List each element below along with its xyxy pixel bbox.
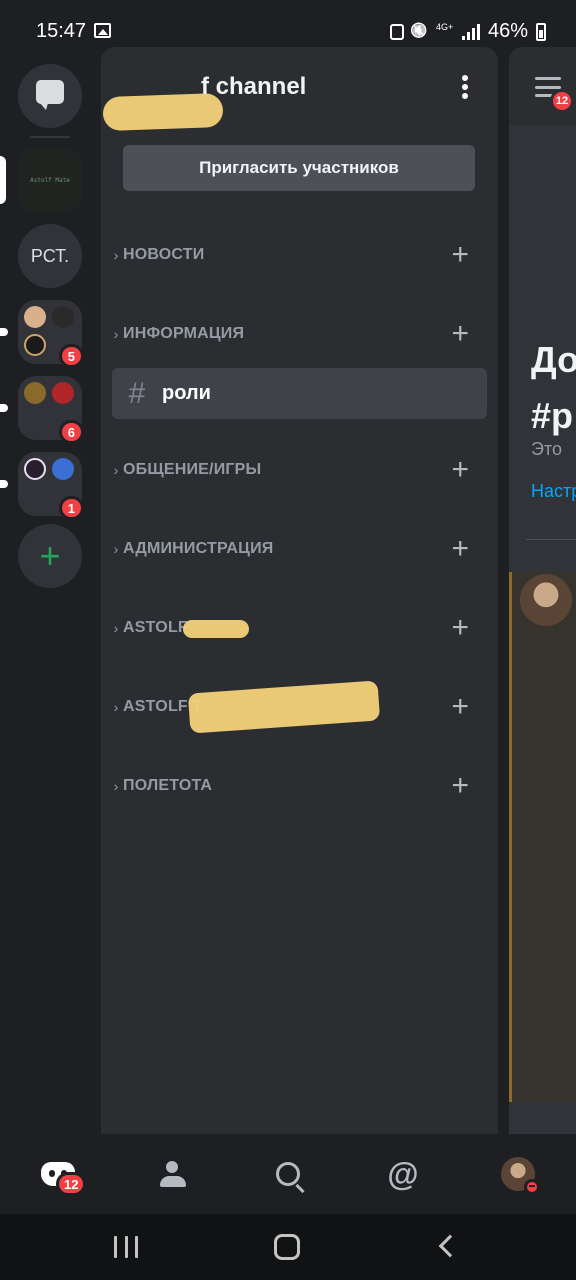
server-avatar: [52, 382, 74, 404]
unread-indicator: [0, 480, 8, 488]
server-title-text: f channel: [201, 73, 307, 100]
do-not-disturb-icon: [524, 1179, 540, 1195]
category-administration[interactable]: › АДМИНИСТРАЦИЯ +: [109, 533, 489, 565]
add-channel-icon[interactable]: +: [451, 534, 469, 564]
invite-members-button[interactable]: Пригласить участников: [123, 145, 475, 191]
back-button[interactable]: [438, 1234, 462, 1258]
home-button[interactable]: [274, 1234, 300, 1260]
add-channel-icon[interactable]: +: [451, 240, 469, 270]
lock-icon: [389, 23, 404, 40]
add-channel-icon[interactable]: +: [451, 319, 469, 349]
server-folder-1[interactable]: 5: [18, 300, 84, 368]
server-avatar: [24, 458, 46, 480]
signal-icon: [461, 23, 480, 40]
mention-badge: 1: [58, 496, 84, 520]
direct-messages-button[interactable]: [18, 64, 82, 128]
tab-mentions[interactable]: @: [383, 1156, 423, 1192]
category-chat-games[interactable]: › ОБЩЕНИЕ/ИГРЫ +: [109, 454, 489, 486]
channel-settings-link[interactable]: Настр: [531, 481, 576, 502]
server-avatar: [24, 334, 46, 356]
category-poletota[interactable]: › ПОЛЕТОТА +: [109, 770, 489, 802]
friends-icon: [160, 1161, 188, 1187]
gallery-notification-icon: [94, 23, 111, 38]
category-astolf-1[interactable]: › ASTOLF +: [109, 612, 489, 644]
tab-search[interactable]: [268, 1156, 308, 1192]
server-avatar: [24, 306, 46, 328]
system-navigation-bar: [0, 1214, 576, 1280]
server-folder-3[interactable]: 1: [18, 452, 84, 520]
welcome-subtitle: Это: [531, 439, 562, 459]
redaction-scribble: [187, 680, 381, 734]
avatar: [501, 1157, 540, 1195]
unread-indicator: [0, 404, 8, 412]
category-label: АДМИНИСТРАЦИЯ: [123, 540, 274, 557]
battery-percent: 46%: [487, 20, 528, 42]
chevron-right-icon: ›: [113, 541, 119, 557]
bottom-tab-bar: 12 @: [0, 1134, 576, 1214]
server-avatar: [24, 382, 46, 404]
category-label: ПОЛЕТОТА: [123, 777, 213, 794]
at-sign-icon: @: [387, 1155, 419, 1192]
chevron-right-icon: ›: [113, 620, 119, 636]
divider: [526, 539, 576, 540]
recent-apps-button[interactable]: [114, 1236, 138, 1258]
unread-indicator: [0, 328, 8, 336]
home-badge: 12: [56, 1172, 87, 1196]
plus-icon: +: [39, 535, 61, 576]
more-options-icon[interactable]: [462, 75, 468, 99]
rail-separator: [30, 136, 70, 138]
category-info[interactable]: › ИНФОРМАЦИЯ +: [109, 318, 489, 350]
category-label: ИНФОРМАЦИЯ: [123, 325, 245, 342]
add-channel-icon[interactable]: +: [451, 613, 469, 643]
category-label: НОВОСТИ: [123, 246, 205, 263]
server-astolf-icon: Astolf Mate: [18, 148, 82, 212]
server-rst-label: РСТ.: [30, 245, 70, 266]
server-rst[interactable]: РСТ.: [18, 224, 82, 288]
server-avatar: [52, 306, 74, 328]
chat-bubble-icon: [36, 80, 64, 110]
avatar[interactable]: [520, 574, 572, 626]
add-channel-icon[interactable]: +: [451, 692, 469, 722]
channel-name: роли: [162, 382, 211, 404]
chevron-right-icon: ›: [113, 247, 119, 263]
server-rail: Astolf Mate РСТ. 5 6 1 +: [0, 64, 100, 1134]
chat-header: 12: [509, 47, 576, 125]
category-label: ASTOLF: [123, 619, 188, 636]
selected-server-indicator: [0, 156, 6, 204]
chat-area[interactable]: 12 До #р Это Настр: [509, 47, 576, 1134]
tab-friends[interactable]: [154, 1156, 194, 1192]
battery-icon: [536, 22, 546, 41]
tab-profile[interactable]: [498, 1156, 540, 1195]
category-label: ОБЩЕНИЕ/ИГРЫ: [123, 461, 262, 478]
status-indicators: 4G+ 46%: [389, 20, 546, 43]
search-icon: [276, 1162, 300, 1186]
channel-panel: f channel Пригласить участников › НОВОСТ…: [101, 47, 498, 1134]
welcome-heading: До #р: [531, 339, 576, 436]
add-channel-icon[interactable]: +: [451, 771, 469, 801]
chevron-right-icon: ›: [113, 778, 119, 794]
channel-roles[interactable]: # роли: [112, 368, 487, 419]
text-channel-icon: #: [128, 376, 146, 410]
server-avatar: [52, 458, 74, 480]
status-time: 15:47: [36, 20, 87, 42]
chevron-right-icon: ›: [113, 462, 119, 478]
category-astolf-2[interactable]: › ASTOLF T +: [109, 680, 489, 734]
server-folder-2[interactable]: 6: [18, 376, 84, 444]
redaction-scribble: [183, 620, 249, 638]
chevron-right-icon: ›: [113, 699, 119, 715]
chevron-right-icon: ›: [113, 326, 119, 342]
category-news[interactable]: › НОВОСТИ +: [109, 239, 489, 271]
mute-icon: [412, 23, 428, 41]
add-channel-icon[interactable]: +: [451, 455, 469, 485]
mention-badge: 6: [58, 420, 84, 444]
network-type-icon: 4G+: [435, 21, 454, 32]
server-title[interactable]: f channel: [102, 73, 423, 132]
add-server-button[interactable]: +: [18, 524, 82, 588]
message-item[interactable]: [509, 572, 576, 1102]
menu-badge: 12: [550, 89, 574, 113]
server-astolf[interactable]: Astolf Mate: [18, 148, 82, 212]
mention-badge: 5: [58, 344, 84, 368]
